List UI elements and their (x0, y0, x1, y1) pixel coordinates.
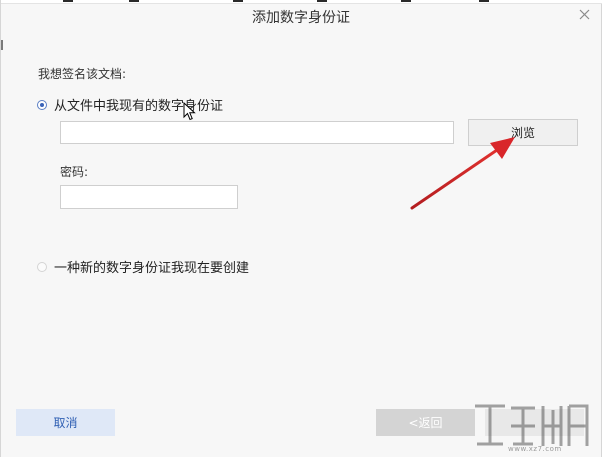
close-button[interactable] (575, 5, 595, 25)
watermark-url: www.xz7.com (508, 445, 562, 453)
existing-id-radio[interactable] (37, 99, 47, 110)
id-file-path-input[interactable] (60, 121, 454, 144)
existing-id-label: 从文件中我现有的数字身份证 (54, 99, 224, 114)
back-label: <返回 (408, 416, 443, 430)
password-input[interactable] (60, 185, 238, 209)
browse-label: 浏览 (510, 126, 535, 140)
new-id-label: 一种新的数字身份证我现在要创建 (54, 261, 250, 276)
existing-id-option[interactable]: 从文件中我现有的数字身份证 (37, 95, 223, 114)
cancel-label: 取消 (53, 416, 78, 430)
new-id-radio[interactable] (37, 261, 47, 272)
add-digital-id-dialog: 添加数字身份证 我想签名该文档: 从文件中我现有的数字身份证 浏览 密码: 一种… (0, 0, 602, 457)
next-button (485, 409, 584, 436)
browse-button[interactable]: 浏览 (468, 119, 578, 146)
close-icon (579, 9, 590, 20)
back-button: <返回 (376, 409, 475, 436)
password-label: 密码: (60, 165, 89, 179)
new-id-option[interactable]: 一种新的数字身份证我现在要创建 (37, 257, 249, 276)
cancel-button[interactable]: 取消 (16, 409, 115, 436)
dialog-title: 添加数字身份证 (252, 10, 350, 26)
dialog-titlebar: 添加数字身份证 (1, 0, 601, 32)
window-edge-mark (1, 40, 3, 50)
sign-document-label: 我想签名该文档: (38, 67, 127, 81)
